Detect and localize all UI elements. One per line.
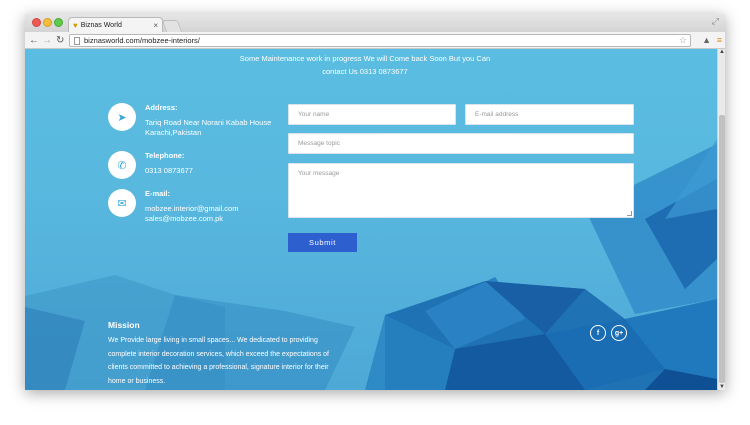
message-textarea[interactable]: Your message: [288, 163, 634, 218]
mission-line-3: clients committed to achieving a profess…: [108, 364, 329, 371]
browser-tab[interactable]: ♥ Biznas World ×: [68, 17, 163, 32]
topic-input[interactable]: Message topic: [288, 133, 634, 154]
minimize-window-button[interactable]: [43, 18, 52, 27]
email-line-1[interactable]: mobzee.interior@gmail.com: [145, 204, 285, 214]
hamburger-menu-icon[interactable]: ≡: [717, 34, 722, 47]
address-bar[interactable]: biznasworld.com/mobzee-interiors/ ☆: [69, 34, 691, 47]
maximize-window-button[interactable]: [54, 18, 63, 27]
mission-line-1: We Provide large living in small spaces.…: [108, 337, 318, 344]
close-window-button[interactable]: [32, 18, 41, 27]
telephone-number: 0313 0873677: [145, 166, 193, 175]
url-text[interactable]: biznasworld.com/mobzee-interiors/: [84, 36, 679, 45]
pin-icon: ♥: [73, 20, 78, 30]
extension-icon[interactable]: ▲: [702, 34, 711, 47]
address-label: Address:: [145, 103, 178, 112]
envelope-icon: ✉: [108, 189, 136, 217]
notice-line-1: Some Maintenance work in progress We wil…: [239, 54, 491, 63]
tab-title: Biznas World: [80, 21, 122, 29]
browser-window: ♥ Biznas World × ⤢ ← → ↻ biznasworld.com…: [25, 14, 725, 390]
email-placeholder: E-mail address: [475, 111, 519, 118]
notice-line-2: contact Us 0313 0873677: [322, 67, 408, 76]
close-tab-icon[interactable]: ×: [153, 21, 158, 30]
scrollbar[interactable]: ▲ ▼: [717, 49, 725, 390]
maintenance-notice: Some Maintenance work in progress We wil…: [215, 52, 515, 78]
name-input[interactable]: Your name: [288, 104, 456, 125]
forward-arrow-icon[interactable]: →: [42, 33, 52, 48]
email-input[interactable]: E-mail address: [465, 104, 634, 125]
location-arrow-icon: ➤: [108, 103, 136, 131]
name-placeholder: Your name: [298, 111, 330, 118]
browser-toolbar: ← → ↻ biznasworld.com/mobzee-interiors/ …: [25, 32, 725, 49]
google-plus-icon[interactable]: g+: [611, 325, 627, 341]
phone-icon: ✆: [108, 151, 136, 179]
mission-title: Mission: [108, 320, 140, 330]
mission-line-4: home or business.: [108, 377, 166, 385]
message-placeholder: Your message: [298, 170, 340, 177]
expand-icon[interactable]: ⤢: [712, 16, 719, 27]
topic-placeholder: Message topic: [298, 140, 340, 147]
scroll-up-icon[interactable]: ▲: [719, 49, 725, 55]
mission-text: We Provide large living in small spaces.…: [108, 334, 370, 388]
scroll-thumb[interactable]: [719, 115, 725, 383]
telephone-label: Telephone:: [145, 151, 185, 160]
address-line-2: Karachi,Pakistan: [145, 128, 202, 137]
email-line-2[interactable]: sales@mobzee.com.pk: [145, 214, 285, 224]
star-icon[interactable]: ☆: [679, 35, 687, 46]
reload-icon[interactable]: ↻: [56, 33, 64, 48]
page-viewport: Some Maintenance work in progress We wil…: [25, 49, 717, 390]
resize-grip-icon[interactable]: [627, 211, 632, 216]
new-tab-button[interactable]: [161, 20, 183, 32]
mission-line-2: complete interior decoration services, w…: [108, 350, 330, 358]
back-arrow-icon[interactable]: ←: [29, 33, 39, 48]
facebook-icon[interactable]: f: [590, 325, 606, 341]
address-line-1: Tariq Road Near Norani Kabab House: [145, 118, 272, 127]
page-icon: [74, 36, 80, 45]
title-bar: ♥ Biznas World × ⤢: [25, 14, 725, 32]
email-label: E-mail:: [145, 189, 171, 198]
submit-button[interactable]: Submit: [288, 233, 357, 252]
scroll-down-icon[interactable]: ▼: [719, 384, 725, 390]
